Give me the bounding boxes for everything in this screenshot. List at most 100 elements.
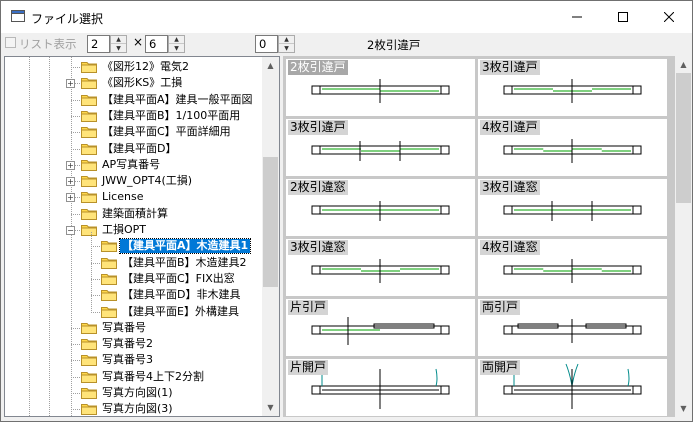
tree-item[interactable]: + 《図形KS》工損 (5, 75, 263, 91)
symbol-label: 両引戸 (480, 300, 521, 315)
symbol-cell[interactable]: 両引戸 (478, 299, 667, 356)
symbol-cell[interactable]: 3枚引違戸 (478, 59, 667, 116)
tree-scrollbar[interactable]: ▲ ▼ (262, 57, 279, 416)
columns-spinner[interactable]: ▲ ▼ (110, 35, 127, 53)
tree-item-label: JWW_OPT4(工損) (102, 174, 193, 188)
symbol-label: 両開戸 (480, 360, 521, 375)
scroll-down-icon[interactable]: ▼ (262, 399, 279, 416)
tree-item[interactable]: 【建具平面C】平面詳細用 (5, 124, 263, 140)
scroll-up-icon[interactable]: ▲ (262, 57, 279, 74)
tree-item[interactable]: 写真方向図(1) (5, 385, 263, 401)
tree-child-item[interactable]: 【建具平面B】木造建具2 (5, 255, 263, 271)
tree-item[interactable]: + JWW_OPT4(工損) (5, 173, 263, 189)
symbol-cell[interactable]: 片引戸 (286, 299, 475, 356)
maximize-button[interactable] (600, 1, 646, 33)
symbol-cell[interactable]: 2枚引違窓 (286, 179, 475, 236)
spin-up-icon[interactable]: ▲ (279, 36, 294, 44)
tree-item[interactable]: − 工損OPT (5, 222, 263, 238)
tree-child-item[interactable]: 【建具平面A】木造建具1 (5, 238, 263, 255)
rows-input[interactable]: 6 (145, 35, 168, 53)
tree-item-label: 写真番号 (102, 320, 146, 334)
folder-icon (81, 94, 97, 106)
offset-input[interactable]: 0 (255, 35, 278, 53)
spin-down-icon[interactable]: ▼ (169, 44, 184, 52)
list-view-label: リスト表示 (19, 37, 77, 51)
expand-icon[interactable]: + (66, 79, 75, 89)
spin-up-icon[interactable]: ▲ (169, 36, 184, 44)
tree-child-item[interactable]: 【建具平面D】非木建具 (5, 287, 263, 303)
tree-guide-line (71, 327, 80, 329)
tree-guide-line (91, 295, 100, 297)
symbol-label: 片引戸 (288, 300, 329, 315)
symbol-label: 3枚引違窓 (480, 180, 540, 195)
tree-guide-line (71, 99, 80, 101)
close-button[interactable] (646, 1, 692, 33)
folder-icon (81, 127, 97, 139)
symbol-grid: 2枚引違戸 3枚引違戸 3枚引違戸 4枚引違戸 2枚引違窓 3枚引違窓 3枚引違窓 4枚引違窓… (283, 56, 692, 417)
tree-child-item[interactable]: 【建具平面E】外構建具 (5, 304, 263, 320)
tree-item[interactable]: + License (5, 189, 263, 205)
tree-item[interactable]: 写真番号2 (5, 336, 263, 352)
folder-icon (81, 62, 97, 73)
tree-item[interactable]: 写真方向図(3) (5, 401, 263, 416)
tree-item[interactable]: + AP写真番号 (5, 157, 263, 173)
tree-item-label: 【建具平面D】 (102, 141, 177, 155)
scroll-thumb[interactable] (263, 157, 278, 287)
tree-guide-line (71, 344, 80, 346)
symbol-cell[interactable]: 3枚引違窓 (286, 239, 475, 296)
tree-guide-line (91, 278, 100, 280)
symbol-cell[interactable]: 両開戸 (478, 359, 667, 416)
tree-child-item[interactable]: 【建具平面C】FIX出窓 (5, 271, 263, 287)
expand-icon[interactable]: + (66, 177, 75, 187)
columns-input[interactable]: 2 (87, 35, 110, 53)
tree-item[interactable]: 写真番号4上下2分割 (5, 369, 263, 385)
tree-item-label: 《図形12》電気2 (102, 60, 189, 73)
symbol-cell[interactable]: 片開戸 (286, 359, 475, 416)
symbol-label: 2枚引違窓 (288, 180, 348, 195)
tree-item[interactable]: 【建具平面B】1/100平面用 (5, 108, 263, 124)
scroll-down-icon[interactable]: ▼ (675, 400, 692, 417)
expand-icon[interactable]: + (66, 193, 75, 203)
tree-item[interactable]: 【建具平面D】 (5, 141, 263, 157)
symbol-label: 4枚引違戸 (480, 120, 540, 135)
minimize-icon (572, 16, 582, 18)
symbol-cell[interactable]: 3枚引違戸 (286, 119, 475, 176)
tree-item[interactable]: 《図形12》電気2 (5, 59, 263, 75)
tree-guide-line (71, 393, 80, 394)
grid-scrollbar[interactable]: ▲ ▼ (675, 56, 692, 417)
minimize-button[interactable] (554, 1, 600, 33)
folder-icon (81, 192, 97, 204)
folder-icon (81, 208, 97, 220)
folder-icon (81, 355, 97, 367)
folder-tree[interactable]: ▲ ▼ 《図形12》電気2 + 《図形KS》工損 【建具平面A】建具一般平面図 【建具平… (4, 56, 280, 417)
symbol-label: 2枚引違戸 (288, 60, 348, 75)
folder-icon (81, 388, 97, 399)
rows-spinner[interactable]: ▲ ▼ (168, 35, 185, 53)
tree-item[interactable]: 【建具平面A】建具一般平面図 (5, 92, 263, 108)
tree-guide-line (71, 409, 80, 411)
folder-icon (101, 290, 117, 302)
symbol-cell[interactable]: 4枚引違窓 (478, 239, 667, 296)
spin-down-icon[interactable]: ▼ (279, 44, 294, 52)
scroll-thumb[interactable] (676, 73, 691, 203)
symbol-cell[interactable]: 3枚引違窓 (478, 179, 667, 236)
tree-item-label: AP写真番号 (102, 157, 161, 171)
tree-item-label: 【建具平面A】建具一般平面図 (102, 92, 253, 106)
symbol-cell[interactable]: 2枚引違戸 (286, 59, 475, 116)
expand-icon[interactable]: + (66, 160, 75, 170)
tree-item[interactable]: 写真番号 (5, 320, 263, 336)
tree-item[interactable]: 建築面積計算 (5, 206, 263, 222)
list-view-checkbox[interactable] (5, 37, 16, 48)
symbol-cell[interactable]: 4枚引違戸 (478, 119, 667, 176)
symbol-label: 3枚引違戸 (288, 120, 348, 135)
tree-item[interactable]: 写真番号3 (5, 352, 263, 368)
spin-down-icon[interactable]: ▼ (111, 44, 126, 52)
tree-item-label: 《図形KS》工損 (102, 76, 183, 90)
folder-icon (81, 322, 97, 334)
scroll-up-icon[interactable]: ▲ (675, 56, 692, 73)
tree-guide-line (71, 360, 80, 362)
offset-spinner[interactable]: ▲ ▼ (278, 35, 295, 53)
collapse-icon[interactable]: − (66, 226, 75, 235)
spin-up-icon[interactable]: ▲ (111, 36, 126, 44)
tree-item-label: 【建具平面B】木造建具2 (122, 255, 247, 269)
